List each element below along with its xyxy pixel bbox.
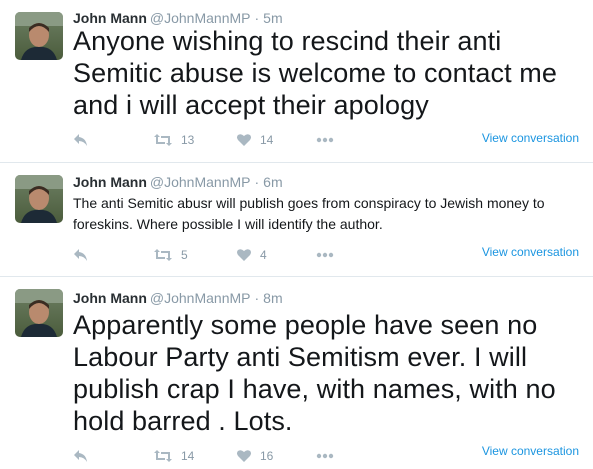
more-button[interactable] <box>316 252 334 258</box>
like-count: 16 <box>260 449 274 463</box>
fullname[interactable]: John Mann <box>73 174 147 190</box>
tweet-actions: 5 4 <box>73 248 373 268</box>
username[interactable]: @JohnMannMP <box>150 10 251 26</box>
retweet-icon <box>153 248 173 262</box>
retweet-button[interactable]: 5 <box>153 248 188 262</box>
more-button[interactable] <box>316 453 334 459</box>
separator-dot: · <box>254 174 260 190</box>
reply-icon <box>73 133 89 147</box>
view-conversation-link[interactable]: View conversation <box>482 245 579 259</box>
reply-button[interactable] <box>73 133 89 147</box>
like-button[interactable]: 16 <box>236 449 273 463</box>
separator-dot: · <box>254 10 260 26</box>
tweet[interactable]: John Mann @JohnMannMP · 8m Apparently some … <box>0 277 593 469</box>
avatar[interactable] <box>15 289 63 337</box>
avatar[interactable] <box>15 175 63 223</box>
heart-icon <box>236 248 252 262</box>
view-conversation-link[interactable]: View conversation <box>482 131 579 145</box>
like-button[interactable]: 14 <box>236 133 273 147</box>
retweet-button[interactable]: 14 <box>153 449 194 463</box>
avatar[interactable] <box>15 12 63 60</box>
username[interactable]: @JohnMannMP <box>150 174 251 190</box>
reply-button[interactable] <box>73 449 89 463</box>
reply-button[interactable] <box>73 248 89 262</box>
reply-icon <box>73 449 89 463</box>
more-icon <box>316 252 334 258</box>
retweet-count: 14 <box>181 449 195 463</box>
tweet-text: Apparently some people have seen no Labo… <box>73 310 556 436</box>
heart-icon <box>236 449 252 463</box>
tweet[interactable]: John Mann @JohnMannMP · 6m The anti Semitic… <box>0 163 593 277</box>
tweet-header: John Mann @JohnMannMP · 6m <box>73 173 283 191</box>
timeline: John Mann @JohnMannMP · 5m Anyone wishing t… <box>0 0 593 469</box>
retweet-count: 13 <box>181 133 195 147</box>
like-button[interactable]: 4 <box>236 248 267 262</box>
username[interactable]: @JohnMannMP <box>150 290 251 306</box>
timestamp[interactable]: 6m <box>263 174 282 190</box>
heart-icon <box>236 133 252 147</box>
retweet-icon <box>153 133 173 147</box>
more-icon <box>316 137 334 143</box>
tweet-actions: 13 14 <box>73 133 373 153</box>
more-button[interactable] <box>316 137 334 143</box>
like-count: 14 <box>260 133 274 147</box>
tweet-text: The anti Semitic abusr will publish goes… <box>73 195 545 232</box>
tweet-header: John Mann @JohnMannMP · 8m <box>73 289 283 307</box>
tweet-text: Anyone wishing to rescind their anti Sem… <box>73 26 557 120</box>
fullname[interactable]: John Mann <box>73 10 147 26</box>
view-conversation-link[interactable]: View conversation <box>482 444 579 458</box>
more-icon <box>316 453 334 459</box>
tweet-actions: 14 16 <box>73 449 373 469</box>
retweet-count: 5 <box>181 248 188 262</box>
retweet-button[interactable]: 13 <box>153 133 194 147</box>
like-count: 4 <box>260 248 267 262</box>
fullname[interactable]: John Mann <box>73 290 147 306</box>
retweet-icon <box>153 449 173 463</box>
tweet[interactable]: John Mann @JohnMannMP · 5m Anyone wishing t… <box>0 0 593 163</box>
separator-dot: · <box>254 290 260 306</box>
reply-icon <box>73 248 89 262</box>
timestamp[interactable]: 8m <box>263 290 282 306</box>
timestamp[interactable]: 5m <box>263 10 282 26</box>
